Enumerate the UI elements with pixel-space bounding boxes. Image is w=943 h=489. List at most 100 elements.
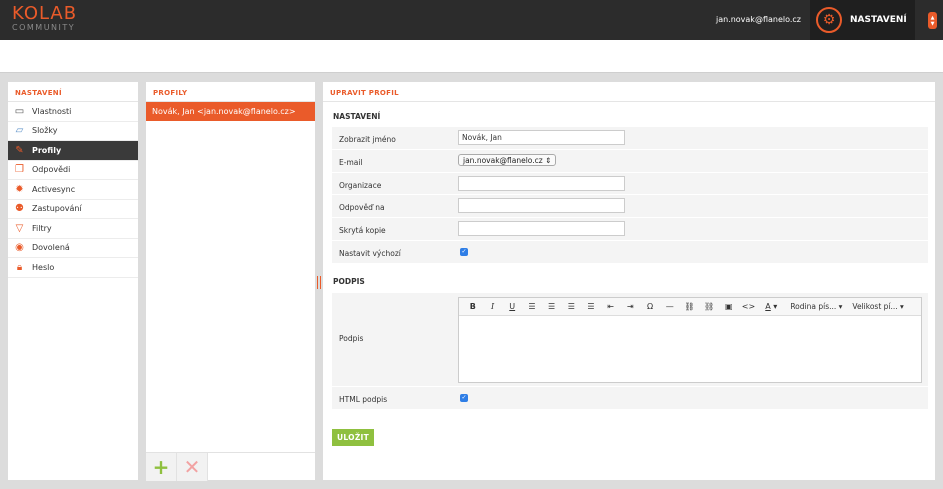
italic-icon[interactable]: I <box>483 302 503 311</box>
header-band <box>0 40 943 73</box>
align-left-icon[interactable]: ☰ <box>522 302 542 311</box>
add-profile-button[interactable]: + <box>146 453 177 481</box>
sidebar-item-label: Profily <box>32 145 62 155</box>
settings-section-title: NASTAVENÍ <box>333 112 381 121</box>
users-icon: ⚉ <box>15 203 24 215</box>
save-button[interactable]: ULOŽIT <box>332 429 374 446</box>
outdent-icon[interactable]: ⇤ <box>601 302 621 311</box>
dropdown-arrow-icon: ▾ <box>900 302 904 311</box>
gear-icon: ⚙ <box>816 7 842 33</box>
profiles-footer: + ✕ <box>146 452 315 481</box>
display-name-label: Zobrazit jméno <box>339 135 396 144</box>
html-signature-row: HTML podpis ✓ <box>332 387 928 410</box>
settings-tab[interactable]: ⚙ NASTAVENÍ <box>810 0 915 40</box>
monitor-icon: ▭ <box>14 105 25 117</box>
panel-splitter[interactable] <box>317 276 321 289</box>
sidebar-item-zastupovani[interactable]: ⚉ Zastupování <box>8 200 138 219</box>
bcc-field[interactable] <box>458 221 625 237</box>
default-checkbox[interactable]: ✓ <box>460 247 468 256</box>
sidebar-item-label: Složky <box>32 126 58 136</box>
organization-row: Organizace <box>332 173 928 196</box>
responses-icon: ❐ <box>15 164 24 176</box>
user-email[interactable]: jan.novak@flanelo.cz <box>716 15 801 24</box>
special-character-icon[interactable]: Ω <box>640 302 660 311</box>
top-bar: KOLAB COMMUNITY jan.novak@flanelo.cz ⚙ N… <box>0 0 943 40</box>
profile-edit-icon: ✎ <box>15 144 24 156</box>
text-color-icon[interactable]: A ▾ <box>758 302 784 311</box>
sidebar-item-vlastnosti[interactable]: ▭ Vlastnosti <box>8 102 138 122</box>
indent-icon[interactable]: ⇥ <box>621 302 641 311</box>
display-name-row: Zobrazit jméno <box>332 127 928 150</box>
horizontal-line-icon[interactable]: — <box>660 302 680 311</box>
settings-panel-title: NASTAVENÍ <box>8 82 138 102</box>
signature-label: Podpis <box>339 334 364 343</box>
signature-editor-body[interactable] <box>459 316 921 382</box>
settings-panel: NASTAVENÍ ▭ Vlastnosti ▱ Složky ✎ Profil… <box>8 82 138 480</box>
image-icon[interactable]: ▣ <box>719 302 739 311</box>
profiles-panel-title: PROFILY <box>146 82 315 102</box>
sidebar-item-dovolena[interactable]: ◉ Dovolená <box>8 239 138 258</box>
sidebar-item-label: Heslo <box>32 262 55 272</box>
editor-toolbar: B I U ☰ ☰ ☰ ☰ ⇤ ⇥ Ω — ⛓ ⛓ ▣ <> A ▾ Rodin <box>459 298 921 316</box>
sidebar-item-odpovedi[interactable]: ❐ Odpovědi <box>8 161 138 180</box>
vacation-icon: ◉ <box>15 242 24 254</box>
font-size-value: Velikost pí... <box>852 302 898 311</box>
signature-editor: B I U ☰ ☰ ☰ ☰ ⇤ ⇥ Ω — ⛓ ⛓ ▣ <> A ▾ Rodin <box>458 297 922 383</box>
logo[interactable]: KOLAB COMMUNITY <box>12 5 77 32</box>
reply-to-row: Odpověď na <box>332 195 928 219</box>
profile-list-item[interactable]: Novák, Jan <jan.novak@flanelo.cz> <box>146 102 315 121</box>
sidebar-item-profily[interactable]: ✎ Profily <box>8 141 138 161</box>
bold-icon[interactable]: B <box>463 302 483 311</box>
html-signature-checkbox[interactable]: ✓ <box>460 394 468 402</box>
logo-title: KOLAB <box>12 3 78 24</box>
signature-form: Podpis B I U ☰ ☰ ☰ ☰ ⇤ ⇥ Ω — ⛓ ⛓ ▣ <> A … <box>332 293 928 410</box>
menu-toggle-icon[interactable]: ▲ ▼ <box>928 12 937 29</box>
sidebar-item-heslo[interactable]: 🔒︎ Heslo <box>8 258 138 278</box>
organization-field[interactable] <box>458 175 625 191</box>
sidebar-item-label: Odpovědi <box>32 165 71 175</box>
edit-panel-title: UPRAVIT PROFIL <box>323 82 935 102</box>
sidebar-item-label: Vlastnosti <box>32 106 72 116</box>
align-center-icon[interactable]: ☰ <box>542 302 562 311</box>
sync-gear-icon: ✹ <box>15 183 24 195</box>
settings-nav: ▭ Vlastnosti ▱ Složky ✎ Profily ❐ Odpově… <box>8 102 138 278</box>
sidebar-item-filtry[interactable]: ▽ Filtry <box>8 219 138 239</box>
unlink-icon[interactable]: ⛓ <box>699 302 719 311</box>
dropdown-arrow-icon: ▾ <box>838 302 843 311</box>
font-family-value: Rodina pís... <box>790 302 837 311</box>
sidebar-item-label: Dovolená <box>32 243 70 253</box>
sidebar-item-activesync[interactable]: ✹ Activesync <box>8 180 138 200</box>
email-select-value: jan.novak@flanelo.cz <box>463 155 543 165</box>
lock-icon: 🔒︎ <box>16 261 23 273</box>
email-select[interactable]: jan.novak@flanelo.cz ⇕ <box>458 153 557 166</box>
bcc-row: Skrytá kopie <box>332 218 928 241</box>
font-size-dropdown[interactable]: Velikost pí... ▾ <box>852 302 903 311</box>
underline-icon[interactable]: U <box>502 302 522 311</box>
edit-profile-panel: UPRAVIT PROFIL NASTAVENÍ Zobrazit jméno … <box>323 82 935 480</box>
logo-subtitle: COMMUNITY <box>12 23 76 32</box>
profiles-panel: PROFILY Novák, Jan <jan.novak@flanelo.cz… <box>146 82 315 481</box>
sidebar-item-label: Zastupování <box>32 204 82 214</box>
signature-section-title: PODPIS <box>333 277 365 286</box>
sidebar-item-slozky[interactable]: ▱ Složky <box>8 122 138 141</box>
email-row: E-mail jan.novak@flanelo.cz ⇕ <box>332 150 928 173</box>
display-name-field[interactable] <box>458 130 625 145</box>
align-justify-icon[interactable]: ☰ <box>581 302 601 311</box>
reply-to-label: Odpověď na <box>339 203 385 213</box>
bcc-label: Skrytá kopie <box>339 226 386 236</box>
source-code-icon[interactable]: <> <box>739 302 759 311</box>
reply-to-field[interactable] <box>458 198 625 214</box>
email-label: E-mail <box>339 157 363 167</box>
align-right-icon[interactable]: ☰ <box>561 302 581 311</box>
delete-profile-button[interactable]: ✕ <box>177 453 208 481</box>
sidebar-item-label: Activesync <box>32 184 76 194</box>
settings-tab-label: NASTAVENÍ <box>850 15 907 25</box>
sidebar-item-label: Filtry <box>32 223 52 233</box>
settings-form: Zobrazit jméno E-mail jan.novak@flanelo.… <box>332 127 928 264</box>
font-family-dropdown[interactable]: Rodina pís... ▾ <box>790 302 842 311</box>
link-icon[interactable]: ⛓ <box>680 302 700 311</box>
default-row: Nastavit výchozí ✓ <box>332 241 928 264</box>
organization-label: Organizace <box>339 180 382 190</box>
signature-row: Podpis B I U ☰ ☰ ☰ ☰ ⇤ ⇥ Ω — ⛓ ⛓ ▣ <> A … <box>332 293 928 387</box>
html-signature-label: HTML podpis <box>339 395 388 404</box>
